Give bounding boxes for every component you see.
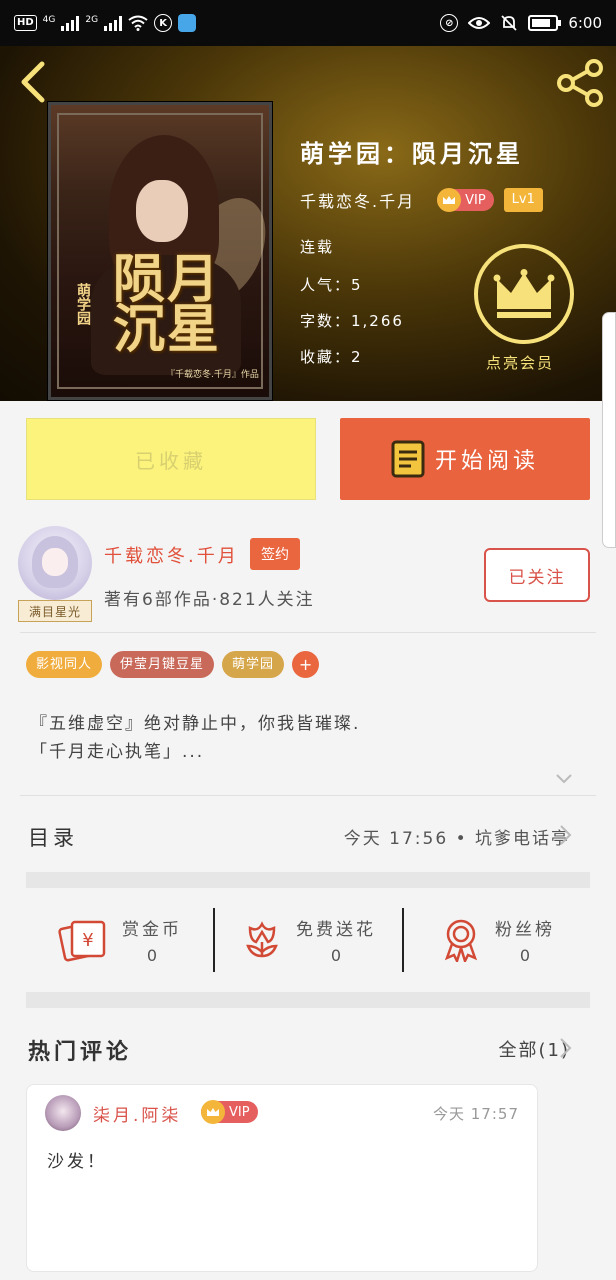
- section-gap: [26, 872, 590, 888]
- commenter-avatar[interactable]: [45, 1095, 81, 1131]
- wifi-icon: [128, 15, 148, 31]
- book-intro[interactable]: 『五维虚空』绝对静止中，你我皆璀璨. 「千月走心执笔」...: [30, 710, 360, 766]
- book-cover[interactable]: 萌学园 陨月沉星 『千载恋冬.千月』作品: [48, 102, 272, 400]
- cover-title: 陨月沉星: [113, 249, 222, 360]
- medal-icon: [444, 919, 478, 962]
- reward-value: 0: [146, 946, 158, 965]
- red-envelope-icon: ¥: [58, 920, 106, 962]
- author-stats: 著有6部作品·821人关注: [104, 590, 315, 610]
- cover-credit: 『千载恋冬.千月』作品: [166, 370, 259, 380]
- status-bar: HD 4G 2G K ⊘ 6:00: [0, 0, 616, 46]
- status-time: 6:00: [568, 14, 602, 32]
- commenter-name[interactable]: 柒月.阿柒: [93, 1101, 181, 1126]
- vip-label: VIP: [465, 192, 486, 208]
- hot-comments-title: 热门评论: [28, 1040, 133, 1065]
- reward-label: 赏金币: [122, 920, 182, 940]
- vip-badge: VIP: [437, 188, 494, 212]
- crown-icon: [201, 1100, 225, 1124]
- intro-line: 『五维虚空』绝对静止中，你我皆璀璨.: [30, 714, 361, 734]
- toc-latest-chapter[interactable]: 今天 17:56 • 坑爹电话亭: [344, 824, 570, 849]
- book-status: 连载: [300, 238, 335, 256]
- tag-item[interactable]: 影视同人: [26, 651, 103, 678]
- reward-label: 粉丝榜: [495, 920, 555, 940]
- book-title: 萌学园：陨月沉星: [300, 140, 524, 168]
- network-2g-label: 2G: [85, 15, 99, 25]
- chevron-right-icon[interactable]: [558, 1037, 572, 1059]
- book-popularity: 人气：5: [300, 276, 363, 294]
- signal-icon: [61, 15, 80, 31]
- scrollbar[interactable]: [602, 312, 616, 548]
- flower-icon: [246, 921, 278, 958]
- chevron-down-icon[interactable]: [554, 768, 574, 788]
- reward-label: 免费送花: [296, 920, 376, 940]
- member-button[interactable]: [474, 244, 574, 344]
- signal-icon-2: [104, 15, 123, 31]
- hd-indicator: HD: [14, 15, 37, 31]
- member-label[interactable]: 点亮会员: [486, 352, 554, 373]
- share-icon[interactable]: [556, 58, 606, 108]
- reward-coins-button[interactable]: ¥ 赏金币 0: [26, 908, 214, 972]
- crown-icon: [437, 188, 462, 212]
- book-author-name[interactable]: 千载恋冬.千月: [300, 188, 415, 212]
- signed-badge: 签约: [250, 538, 300, 570]
- chevron-right-icon[interactable]: [558, 824, 572, 846]
- eye-icon: [468, 17, 491, 29]
- toc-label[interactable]: 目录: [28, 822, 78, 852]
- reward-value: 0: [519, 946, 531, 965]
- k-circle-icon: K: [154, 14, 173, 32]
- divider: [20, 632, 596, 633]
- mute-bell-icon: [501, 15, 517, 31]
- battery-icon: [528, 15, 562, 31]
- level-badge: Lv1: [503, 188, 543, 212]
- start-reading-button[interactable]: 开始阅读: [340, 418, 590, 500]
- tag-item[interactable]: 萌学园: [222, 651, 285, 678]
- network-4g-label: 4G: [42, 15, 56, 25]
- comment-card[interactable]: 柒月.阿柒 VIP 今天 17:57 沙发！: [26, 1084, 538, 1272]
- reward-flower-button[interactable]: 免费送花 0: [215, 908, 403, 972]
- author-name[interactable]: 千载恋冬.千月: [104, 542, 239, 568]
- avatar-face: [42, 548, 68, 576]
- start-reading-label: 开始阅读: [434, 449, 539, 474]
- intro-line: 「千月走心执笔」...: [30, 742, 205, 762]
- book-favorites: 收藏：2: [300, 348, 363, 366]
- divider: [20, 795, 596, 796]
- book-author-row: 千载恋冬.千月 VIP Lv1: [300, 188, 543, 212]
- app-notification-icon: [178, 14, 197, 32]
- book-header: 萌学园 陨月沉星 『千载恋冬.千月』作品 萌学园：陨月沉星 千载恋冬.千月 VI…: [0, 46, 616, 401]
- book-word-count: 字数：1,266: [300, 312, 404, 330]
- collected-button[interactable]: 已收藏: [26, 418, 316, 500]
- vip-badge: VIP: [201, 1100, 258, 1124]
- section-gap: [26, 992, 590, 1008]
- svg-text:¥: ¥: [82, 930, 93, 951]
- follow-button[interactable]: 已关注: [484, 548, 590, 602]
- fan-rank-button[interactable]: 粉丝榜 0: [404, 908, 592, 972]
- book-icon: [391, 440, 425, 478]
- comment-time: 今天 17:57: [433, 1105, 519, 1123]
- vip-label: VIP: [229, 1104, 250, 1120]
- crown-icon: [493, 269, 555, 318]
- comment-text: 沙发！: [47, 1152, 107, 1172]
- tag-list: 影视同人 伊莹月键豆星 萌学园 +: [26, 651, 320, 678]
- cover-series: 萌学园: [75, 283, 91, 325]
- add-tag-button[interactable]: +: [292, 651, 320, 678]
- reward-value: 0: [330, 946, 342, 965]
- avatar-title-tag: 满目星光: [18, 600, 92, 622]
- cover-character-face: [136, 180, 188, 242]
- back-arrow-icon[interactable]: [14, 60, 54, 104]
- tag-item[interactable]: 伊莹月键豆星: [110, 651, 215, 678]
- vibrate-icon: ⊘: [440, 14, 459, 32]
- author-avatar[interactable]: [18, 526, 92, 600]
